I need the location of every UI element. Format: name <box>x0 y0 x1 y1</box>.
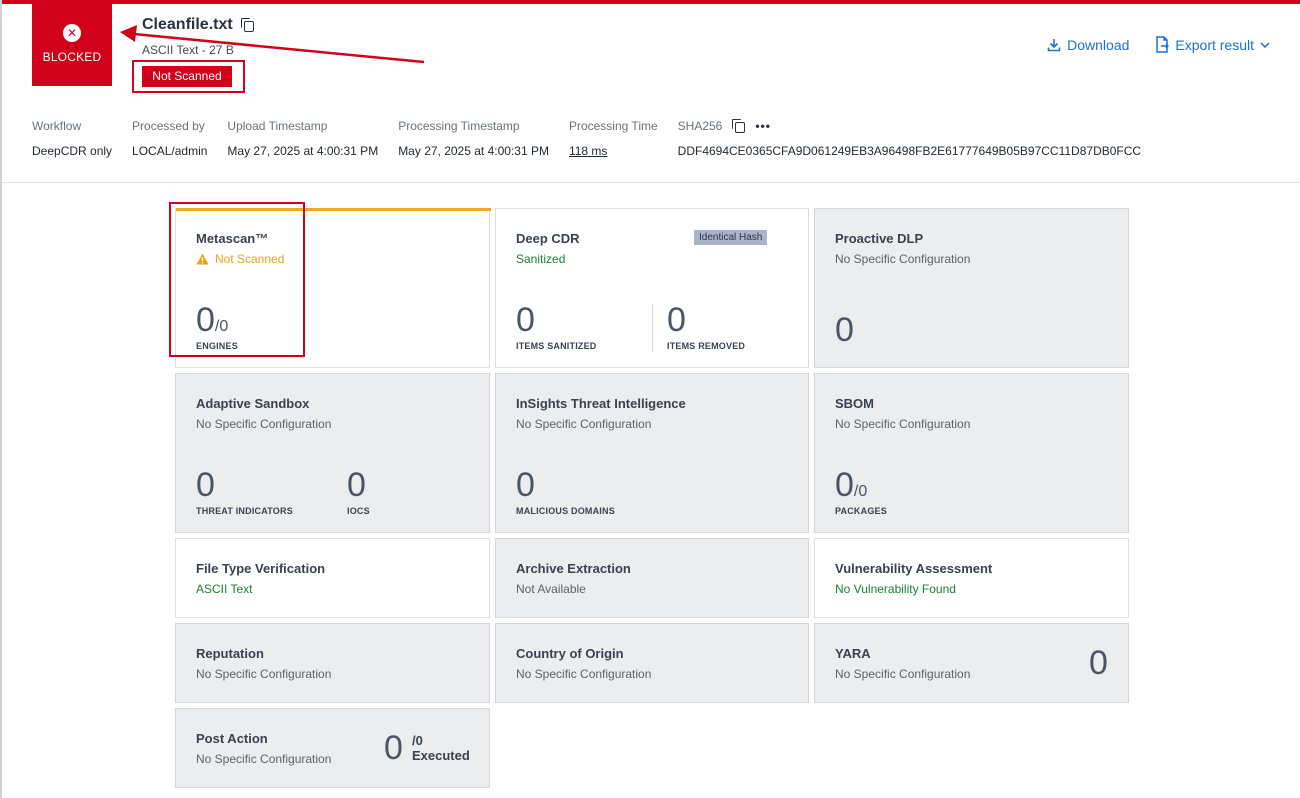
card-reputation[interactable]: Reputation No Specific Configuration <box>175 623 490 703</box>
stat-label: ITEMS REMOVED <box>667 341 746 351</box>
identical-hash-badge: Identical Hash <box>694 230 768 245</box>
card-file-type-verification[interactable]: File Type Verification ASCII Text <box>175 538 490 618</box>
stat-value: 0 <box>835 311 854 349</box>
stat-label: MALICIOUS DOMAINS <box>516 506 615 516</box>
card-title: SBOM <box>835 396 874 411</box>
dlp-stat: 0 <box>835 313 854 347</box>
meta-processing-timestamp: Processing Timestamp May 27, 2025 at 4:0… <box>398 118 549 158</box>
meta-label: Processing Time <box>568 119 658 133</box>
meta-workflow: Workflow DeepCDR only <box>32 118 112 158</box>
export-result-button[interactable]: Export result <box>1155 36 1270 53</box>
card-yara[interactable]: YARA No Specific Configuration 0 <box>814 623 1129 703</box>
card-title: Deep CDR <box>516 231 580 246</box>
stat-label: ITEMS SANITIZED <box>516 341 597 351</box>
card-title: Adaptive Sandbox <box>196 396 310 411</box>
packages-stat: 0/0 PACKAGES <box>835 468 887 516</box>
meta-label: Processed by <box>132 119 205 133</box>
card-status: ASCII Text <box>196 582 253 596</box>
stat-value: 0 <box>835 466 854 504</box>
meta-sha256: SHA256 ••• DDF4694CE0365CFA9D061249EB3A9… <box>678 118 1141 158</box>
stat-value: 0 <box>196 466 215 504</box>
card-deep-cdr[interactable]: Deep CDR Identical Hash Sanitized 0 ITEM… <box>495 208 809 368</box>
export-file-icon <box>1156 36 1170 53</box>
download-label: Download <box>1067 36 1130 53</box>
meta-value: DeepCDR only <box>32 144 113 158</box>
card-title: Proactive DLP <box>835 231 924 246</box>
card-post-action[interactable]: Post Action No Specific Configuration 0 … <box>175 708 490 788</box>
stat-label: PACKAGES <box>835 506 887 516</box>
card-vulnerability-assessment[interactable]: Vulnerability Assessment No Vulnerabilit… <box>814 538 1129 618</box>
header-actions: Download Export result <box>1047 36 1270 53</box>
card-title: Country of Origin <box>516 646 624 661</box>
card-status: No Specific Configuration <box>196 667 332 681</box>
card-status: No Specific Configuration <box>516 667 652 681</box>
threat-indicators-stat: 0 THREAT INDICATORS <box>196 468 293 516</box>
copy-icon[interactable] <box>732 119 746 133</box>
stat-label: Executed <box>412 748 470 763</box>
meta-label: Workflow <box>32 119 82 133</box>
items-removed-stat: 0 ITEMS REMOVED <box>667 303 745 351</box>
card-country-of-origin[interactable]: Country of Origin No Specific Configurat… <box>495 623 809 703</box>
meta-value: May 27, 2025 at 4:00:31 PM <box>398 144 549 158</box>
chevron-down-icon <box>1260 41 1270 48</box>
meta-value: May 27, 2025 at 4:00:31 PM <box>227 144 379 158</box>
stat-label: IOCS <box>347 506 370 516</box>
card-status: No Vulnerability Found <box>835 582 956 596</box>
annotation-box-metascan <box>169 202 305 357</box>
stat-value: 0 <box>516 301 535 339</box>
stat-divider <box>652 304 653 352</box>
card-status: No Specific Configuration <box>835 667 971 681</box>
stat-value: 0 <box>516 466 535 504</box>
stat-value: 0 <box>384 729 403 767</box>
card-title: Vulnerability Assessment <box>835 561 993 576</box>
meta-value: LOCAL/admin <box>132 144 208 158</box>
yara-stat: 0 <box>1089 646 1108 680</box>
card-status: Not Available <box>516 582 586 596</box>
stat-value: 0 <box>347 466 366 504</box>
sha256-value: DDF4694CE0365CFA9D061249EB3A96498FB2E617… <box>677 144 1142 158</box>
card-status: No Specific Configuration <box>196 752 332 766</box>
meta-processed-by: Processed by LOCAL/admin <box>132 118 207 158</box>
card-title: YARA <box>835 646 871 661</box>
card-archive-extraction[interactable]: Archive Extraction Not Available <box>495 538 809 618</box>
export-label: Export result <box>1175 36 1254 53</box>
card-status: No Specific Configuration <box>835 252 971 266</box>
meta-upload-timestamp: Upload Timestamp May 27, 2025 at 4:00:31… <box>227 118 378 158</box>
card-insights-threat-intelligence[interactable]: InSights Threat Intelligence No Specific… <box>495 373 809 533</box>
stat-label: THREAT INDICATORS <box>196 506 293 516</box>
post-action-executed: /0 Executed <box>412 733 470 763</box>
left-border <box>0 0 2 798</box>
download-icon <box>1047 38 1061 51</box>
card-title: File Type Verification <box>196 561 326 576</box>
annotation-arrow <box>120 25 425 64</box>
stat-denominator: /0 <box>412 733 423 748</box>
card-adaptive-sandbox[interactable]: Adaptive Sandbox No Specific Configurati… <box>175 373 490 533</box>
card-title: Post Action <box>196 731 268 746</box>
card-title: InSights Threat Intelligence <box>516 396 686 411</box>
meta-label: Processing Timestamp <box>398 119 520 133</box>
post-action-stat: 0 <box>384 731 403 765</box>
meta-label: Upload Timestamp <box>227 119 328 133</box>
download-button[interactable]: Download <box>1047 36 1129 53</box>
card-title: Archive Extraction <box>516 561 631 576</box>
scan-meta: Workflow DeepCDR only Processed by LOCAL… <box>32 118 1161 158</box>
card-sbom[interactable]: SBOM No Specific Configuration 0/0 PACKA… <box>814 373 1129 533</box>
card-status: No Specific Configuration <box>835 417 971 431</box>
meta-processing-time: Processing Time 118 ms <box>569 118 658 158</box>
card-status: No Specific Configuration <box>196 417 332 431</box>
stat-denominator: /0 <box>853 483 868 500</box>
stat-value: 0 <box>667 301 686 339</box>
more-options-icon[interactable]: ••• <box>755 120 771 132</box>
card-title: Reputation <box>196 646 264 661</box>
card-status: Sanitized <box>516 252 566 266</box>
card-status: No Specific Configuration <box>516 417 652 431</box>
meta-label: SHA256 <box>677 119 723 133</box>
malicious-domains-stat: 0 MALICIOUS DOMAINS <box>516 468 615 516</box>
card-proactive-dlp[interactable]: Proactive DLP No Specific Configuration … <box>814 208 1129 368</box>
items-sanitized-stat: 0 ITEMS SANITIZED <box>516 303 597 351</box>
processing-time-link[interactable]: 118 ms <box>569 144 658 158</box>
divider <box>2 182 1300 183</box>
iocs-stat: 0 IOCS <box>347 468 370 516</box>
stat-value: 0 <box>1089 644 1108 682</box>
